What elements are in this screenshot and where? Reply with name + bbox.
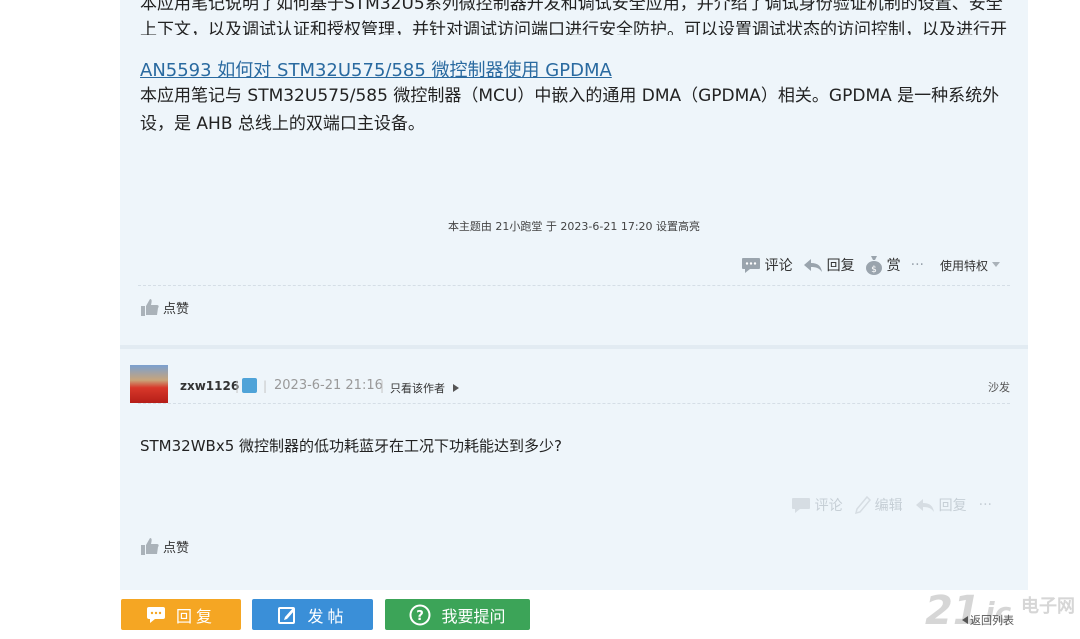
reward-button[interactable]: $ 赏 [865, 255, 901, 275]
only-author-label: 只看该作者 [390, 382, 445, 395]
reply-like-button[interactable]: 点赞 [140, 536, 189, 556]
more-button[interactable]: ··· [911, 257, 924, 273]
watermark-text: 电子网 [1021, 596, 1075, 617]
reply-label: 回复 [938, 498, 967, 514]
reply-author[interactable]: zxw1126 [180, 379, 239, 393]
question-icon: ? [409, 604, 431, 625]
thumbs-up-icon [141, 299, 159, 316]
separator: | [380, 379, 385, 393]
only-author-link[interactable]: 只看该作者 [390, 380, 459, 396]
edit-label: 编辑 [874, 498, 903, 514]
separator: | [235, 379, 240, 393]
post-text-cutoff: 本应用笔记说明了如何基于STM32U5系列微控制器开发和调试安全应用，并介绍了调… [140, 0, 1007, 35]
caret-right-icon [452, 384, 459, 392]
back-to-list-link[interactable]: 返回列表 [962, 612, 1014, 628]
reply-reply-button[interactable]: 回复 [915, 495, 967, 515]
reply-btn-label: 回复 [175, 606, 216, 626]
like-button[interactable]: 点赞 [140, 297, 189, 317]
reply-label: 回复 [826, 258, 855, 274]
edit-button[interactable]: 编辑 [854, 495, 903, 515]
ask-question-button[interactable]: ? 我要提问 [385, 599, 530, 630]
comment-icon [741, 258, 760, 273]
reply-divider [138, 403, 1010, 404]
post-actions: 评论 回复 $ 赏 ··· 使用特权 [741, 255, 1000, 275]
chat-bubble-icon [146, 606, 165, 623]
reward-label: 赏 [886, 258, 901, 274]
like-label: 点赞 [163, 540, 190, 556]
floor-label[interactable]: 沙发 [988, 379, 1010, 395]
comment-button[interactable]: 评论 [741, 255, 793, 275]
pencil-icon [854, 496, 871, 514]
reply-time: 2023-6-21 21:16 [274, 378, 383, 393]
reply-actions: 评论 编辑 回复 ··· [791, 495, 992, 515]
more-label: ··· [910, 257, 924, 273]
thumbs-up-icon [141, 538, 159, 555]
reply-arrow-icon [915, 499, 934, 512]
privileges-label: 使用特权 [939, 258, 988, 273]
article-description: 本应用笔记与 STM32U575/585 微控制器（MCU）中嵌入的通用 DMA… [140, 86, 1000, 134]
reply-button[interactable]: 回复 [803, 255, 855, 275]
back-list-label: 返回列表 [970, 614, 1014, 627]
separator: | [263, 379, 268, 393]
ask-btn-label: 我要提问 [441, 606, 506, 626]
article-link[interactable]: AN5593 如何对 STM32U575/585 微控制器使用 GPDMA [140, 56, 612, 82]
comment-label: 评论 [814, 498, 843, 514]
more-label: ··· [978, 497, 992, 513]
post-separator [120, 345, 1028, 349]
reply-more-button[interactable]: ··· [979, 497, 992, 513]
highlight-note: 本主题由 21小跑堂 于 2023-6-21 17:20 设置高亮 [447, 220, 701, 233]
svg-text:$: $ [871, 265, 877, 275]
edit-square-icon [278, 606, 296, 624]
avatar[interactable] [130, 365, 168, 403]
svg-text:?: ? [417, 609, 425, 624]
like-label: 点赞 [163, 301, 190, 317]
reply-post-button[interactable]: 回复 [121, 599, 241, 630]
post-divider [138, 285, 1010, 286]
post-content-area: 本应用笔记说明了如何基于STM32U5系列微控制器开发和调试安全应用，并介绍了调… [120, 0, 1028, 590]
reply-header: zxw1126 | | 2023-6-21 21:16 | 只看该作者 沙发 [130, 365, 1010, 405]
new-post-button[interactable]: 发帖 [252, 599, 373, 630]
money-bag-icon: $ [865, 256, 882, 275]
caret-down-icon [992, 262, 1000, 267]
post-btn-label: 发帖 [307, 606, 348, 626]
comment-label: 评论 [764, 258, 793, 274]
reply-text: STM32WBx5 微控制器的低功耗蓝牙在工况下功耗能达到多少? [140, 437, 562, 455]
comment-icon [791, 498, 810, 513]
caret-left-icon [962, 616, 968, 624]
reply-arrow-icon [803, 259, 822, 272]
privileges-dropdown[interactable]: 使用特权 [940, 257, 1000, 274]
user-badge-icon [242, 378, 257, 393]
reply-comment-button[interactable]: 评论 [791, 495, 843, 515]
